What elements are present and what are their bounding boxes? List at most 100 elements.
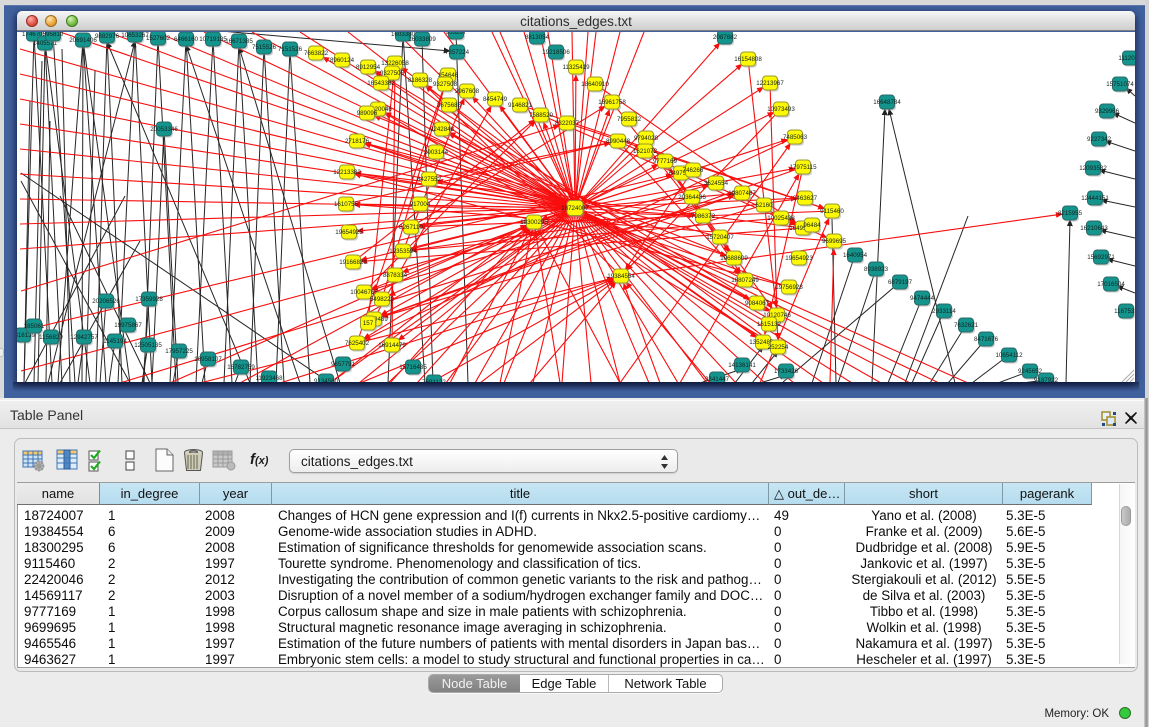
svg-text:917004: 917004 [410,201,431,208]
svg-text:62160: 62160 [755,202,773,209]
svg-text:1145194: 1145194 [103,338,127,345]
svg-text:8960124: 8960124 [330,57,355,64]
svg-text:7986372: 7986372 [691,213,716,220]
svg-text:7588520: 7588520 [529,112,554,119]
svg-text:3624554: 3624554 [704,180,729,187]
svg-text:17975115: 17975115 [789,164,817,171]
svg-text:252254: 252254 [768,344,789,351]
svg-text:7151526: 7151526 [278,46,303,53]
svg-text:8471676: 8471676 [974,336,999,343]
svg-text:12942757: 12942757 [70,334,98,341]
svg-text:9794028: 9794028 [634,135,659,142]
svg-text:9084067: 9084067 [745,300,770,307]
svg-text:12444151: 12444151 [1081,195,1109,202]
svg-text:10807487: 10807487 [728,190,756,197]
svg-text:10688609: 10688609 [720,255,748,262]
svg-text:20053346: 20053346 [150,126,178,133]
svg-text:15692971: 15692971 [1087,254,1115,261]
svg-text:157: 157 [363,320,374,327]
svg-text:14136141: 14136141 [728,362,756,369]
svg-text:8186328: 8186328 [408,77,433,84]
svg-text:18300295: 18300295 [520,219,548,226]
svg-text:995810: 995810 [43,32,64,38]
svg-text:16648784: 16648784 [873,99,901,106]
svg-text:8322037: 8322037 [555,120,580,127]
svg-text:15716485: 15716485 [399,364,427,371]
svg-text:5498222: 5498222 [370,296,395,303]
svg-text:18724007: 18724007 [561,205,589,212]
svg-text:2718176: 2718176 [345,138,370,145]
svg-text:9777169: 9777169 [653,158,678,165]
svg-text:20364436: 20364436 [678,194,706,201]
svg-text:8454749: 8454749 [483,96,508,103]
svg-text:12213382: 12213382 [333,169,361,176]
svg-text:16154808: 16154808 [734,56,762,63]
svg-text:7485063: 7485063 [783,134,808,141]
svg-text:9699695: 9699695 [822,238,847,245]
svg-text:12353594: 12353594 [389,248,417,255]
svg-text:9463627: 9463627 [793,195,818,202]
svg-text:17016504: 17016504 [1097,281,1125,288]
svg-text:6879197: 6879197 [888,279,913,286]
svg-text:9882976: 9882976 [95,33,120,40]
svg-text:12213967: 12213967 [756,80,784,87]
svg-text:2967608: 2967608 [455,88,480,95]
svg-text:6466160: 6466160 [174,36,199,43]
svg-text:18640910: 18640910 [581,81,609,88]
svg-text:8938923: 8938923 [864,266,889,273]
svg-text:15720407: 15720407 [706,234,734,241]
svg-text:185061: 185061 [24,323,45,330]
svg-text:19975867: 19975867 [114,322,142,329]
svg-text:12093582: 12093582 [1079,165,1107,172]
svg-text:7663822: 7663822 [304,50,329,57]
svg-text:1167533: 1167533 [1114,308,1135,315]
svg-text:16033809: 16033809 [408,36,436,43]
svg-text:953267: 953267 [446,32,467,36]
svg-text:8813054: 8813054 [525,34,550,41]
svg-text:9329966: 9329966 [1095,108,1120,115]
svg-text:8427552: 8427552 [417,176,442,183]
svg-text:2087682: 2087682 [713,34,738,41]
svg-text:8267110: 8267110 [399,224,423,231]
svg-text:9474444: 9474444 [910,295,935,302]
svg-text:8215955: 8215955 [1058,210,1083,217]
svg-text:1615132: 1615132 [757,321,782,328]
svg-text:1733426: 1733426 [774,368,799,375]
svg-text:19654925: 19654925 [335,229,363,236]
svg-text:16671385: 16671385 [225,38,253,45]
svg-text:1610755: 1610755 [334,201,359,208]
svg-text:9227342: 9227342 [1087,136,1112,143]
svg-text:12505135: 12505135 [134,342,162,349]
svg-text:10719185: 10719185 [199,36,227,43]
svg-text:7955812: 7955812 [617,116,642,123]
svg-text:10025438: 10025438 [767,215,795,222]
svg-text:8990448: 8990448 [606,138,631,145]
svg-text:1621072: 1621072 [633,148,658,155]
svg-text:9115460: 9115460 [820,208,844,215]
svg-text:7625402: 7625402 [345,340,370,347]
svg-text:11325419: 11325419 [562,64,590,71]
svg-text:2903144: 2903144 [424,149,449,156]
svg-text:17359928: 17359928 [135,296,163,303]
svg-text:8912954: 8912954 [356,64,381,71]
svg-text:16961758: 16961758 [598,99,626,106]
svg-text:746266: 746266 [683,167,704,174]
svg-text:9657791: 9657791 [331,361,356,368]
svg-text:16543382: 16543382 [367,80,395,87]
svg-text:7357224: 7357224 [445,49,470,56]
svg-text:3675685: 3675685 [437,102,462,109]
svg-text:20691406: 20691406 [69,37,97,44]
svg-text:19756928: 19756928 [775,284,803,291]
svg-text:989096: 989096 [357,110,378,117]
svg-text:1112053: 1112053 [1118,55,1135,62]
svg-text:7515526: 7515526 [252,44,277,51]
svg-text:1640954: 1640954 [843,252,868,259]
svg-text:9146821: 9146821 [508,102,533,109]
svg-text:10654112: 10654112 [995,352,1023,359]
svg-text:7632621: 7632621 [954,322,979,329]
svg-text:16914479: 16914479 [378,342,406,349]
svg-text:10958107: 10958107 [194,356,222,363]
svg-text:16210643: 16210643 [1080,225,1108,232]
svg-text:16782759: 16782759 [227,364,255,371]
svg-text:19654923: 19654923 [785,255,813,262]
